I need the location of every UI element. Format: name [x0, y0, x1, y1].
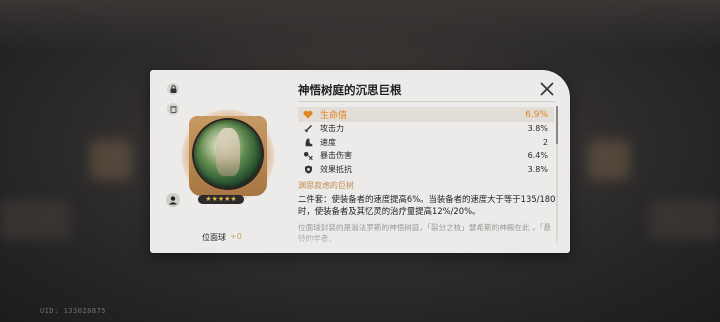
relic-set-description: 二件套：使装备者的速度提高6%。当装备者的速度大于等于135/180时，使装备者…	[298, 194, 556, 216]
sub-stat-row: 暴击伤害 6.4%	[298, 149, 554, 163]
sub-stat-row: 攻击力 3.8%	[298, 122, 554, 136]
close-icon[interactable]	[538, 80, 556, 98]
relic-preview: ★★★★★ 位面球 +0	[150, 70, 286, 253]
title-divider	[298, 101, 555, 102]
sub-stat-name: 速度	[320, 137, 336, 147]
relic-level: 位面球 +0	[202, 232, 242, 243]
relic-level-value: +0	[230, 232, 242, 241]
sub-stat-value: 3.8%	[527, 124, 548, 134]
relic-type-label: 位面球	[202, 233, 226, 242]
sword-icon	[302, 124, 314, 134]
background-card-far-left	[0, 200, 70, 240]
scrollbar-thumb[interactable]	[556, 106, 558, 144]
sub-stat-row: 效果抵抗 3.8%	[298, 163, 554, 177]
discard-icon[interactable]	[167, 103, 179, 115]
background-card-left	[90, 140, 132, 180]
stat-list: 生命值 6.9% 攻击力 3.8% 速度 2 暴击伤害 6.4% 效果抵抗 3.…	[298, 107, 554, 176]
background-card-right	[588, 140, 630, 180]
heart-icon	[302, 110, 314, 120]
main-stat-row: 生命值 6.9%	[298, 107, 554, 122]
sub-stat-name: 效果抵抗	[320, 164, 352, 174]
relic-set-name: 渊思寂虑的巨树	[298, 181, 354, 190]
crit-damage-icon	[302, 151, 314, 161]
relic-info: 神悟树庭的沉思巨根 生命值 6.9% 攻击力 3.8% 速度 2 暴击伤害 6.…	[298, 70, 563, 253]
background-top-bar	[0, 0, 720, 52]
background-card-far-right	[650, 200, 720, 240]
rarity-stars: ★★★★★	[198, 195, 244, 204]
sub-stat-row: 速度 2	[298, 136, 554, 150]
lock-icon[interactable]	[167, 83, 179, 95]
relic-title: 神悟树庭的沉思巨根	[298, 83, 402, 97]
relic-detail-panel: ★★★★★ 位面球 +0 神悟树庭的沉思巨根 生命值 6.9% 攻击力 3.8%…	[150, 70, 570, 253]
main-stat-value: 6.9%	[525, 109, 548, 120]
sub-stat-name: 暴击伤害	[320, 151, 352, 161]
sub-stat-name: 攻击力	[320, 124, 344, 134]
boot-icon	[302, 137, 314, 147]
lore-fade-overlay	[298, 235, 563, 253]
sub-stat-value: 3.8%	[527, 164, 548, 174]
relic-orb-figure	[216, 128, 240, 176]
sub-stat-value: 6.4%	[527, 151, 548, 161]
shield-icon	[302, 164, 314, 174]
sub-stat-value: 2	[542, 137, 548, 147]
main-stat-name: 生命值	[320, 111, 348, 121]
equipped-character-avatar-icon[interactable]	[166, 193, 180, 207]
uid-label: UID: 133028875	[40, 307, 107, 315]
